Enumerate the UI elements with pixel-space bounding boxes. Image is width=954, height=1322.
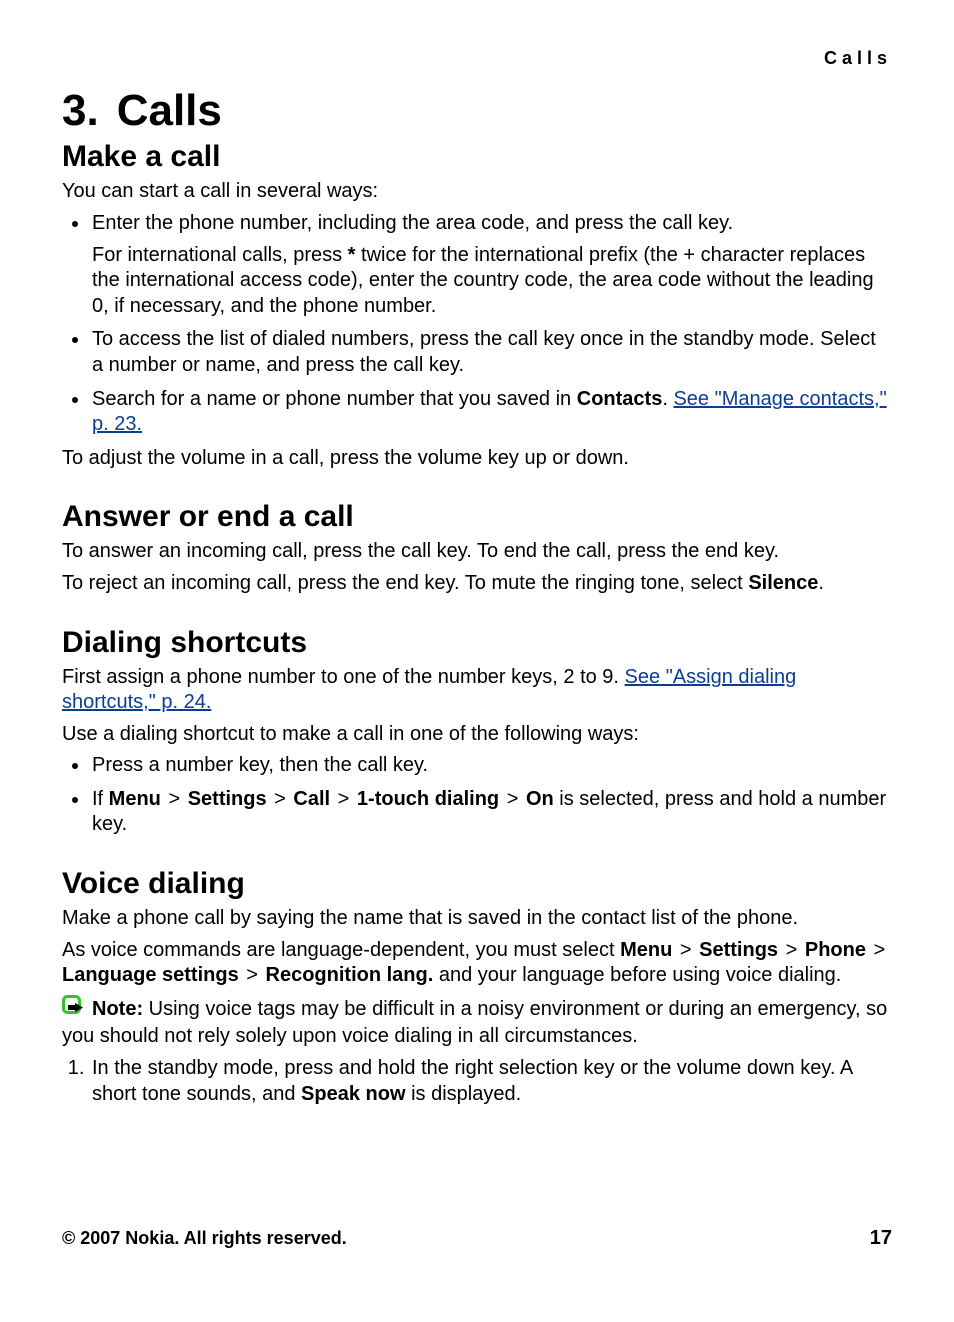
voice-p2: As voice commands are language-dependent…	[62, 938, 892, 989]
menu-path-item: Call	[293, 788, 330, 810]
make-call-after: To adjust the volume in a call, press th…	[62, 446, 892, 472]
menu-path-item: Menu	[620, 939, 672, 961]
dialshort-p1: First assign a phone number to one of th…	[62, 665, 892, 716]
menu-path-item: Settings	[188, 788, 267, 810]
make-call-intro: You can start a call in several ways:	[62, 179, 892, 205]
page-number: 17	[870, 1227, 892, 1250]
answer-end-p2: To reject an incoming call, press the en…	[62, 571, 892, 597]
running-header: Calls	[62, 48, 892, 69]
note-icon	[62, 995, 92, 1025]
menu-path-item: Phone	[805, 939, 866, 961]
make-call-list: Enter the phone number, including the ar…	[62, 211, 892, 438]
list-item: Enter the phone number, including the ar…	[90, 211, 892, 319]
list-item: If Menu > Settings > Call > 1-touch dial…	[90, 787, 892, 838]
section-voice-dialing: Voice dialing	[62, 866, 892, 902]
silence-label: Silence	[748, 572, 818, 594]
answer-end-p1: To answer an incoming call, press the ca…	[62, 539, 892, 565]
list-item-text: To access the list of dialed numbers, pr…	[92, 328, 876, 376]
copyright: © 2007 Nokia. All rights reserved.	[62, 1228, 347, 1249]
note-text: Using voice tags may be difficult in a n…	[62, 998, 887, 1048]
list-item: Search for a name or phone number that y…	[90, 387, 892, 438]
menu-path-item: 1-touch dialing	[357, 788, 499, 810]
voice-steps: In the standby mode, press and hold the …	[62, 1056, 892, 1107]
chapter-title: 3. Calls	[62, 87, 892, 135]
menu-path-item: Recognition lang.	[266, 964, 434, 986]
breadcrumb-sep: >	[168, 787, 180, 813]
breadcrumb-sep: >	[246, 963, 258, 989]
chapter-number: 3.	[62, 87, 99, 135]
breadcrumb-sep: >	[874, 938, 886, 964]
dialshort-p2: Use a dialing shortcut to make a call in…	[62, 722, 892, 748]
page-footer: © 2007 Nokia. All rights reserved. 17	[62, 1227, 892, 1250]
list-item: In the standby mode, press and hold the …	[90, 1056, 892, 1107]
menu-path-item: Menu	[109, 788, 161, 810]
chapter-name: Calls	[117, 86, 222, 135]
menu-path-item: On	[526, 788, 554, 810]
breadcrumb-sep: >	[274, 787, 286, 813]
breadcrumb-sep: >	[680, 938, 692, 964]
dialshort-list: Press a number key, then the call key. I…	[62, 753, 892, 838]
note-label: Note:	[92, 998, 143, 1020]
list-item-text: Press a number key, then the call key.	[92, 754, 428, 776]
list-item: Press a number key, then the call key.	[90, 753, 892, 779]
note-block: Note: Using voice tags may be difficult …	[62, 995, 892, 1050]
voice-p1: Make a phone call by saying the name tha…	[62, 906, 892, 932]
list-item: To access the list of dialed numbers, pr…	[90, 327, 892, 378]
breadcrumb-sep: >	[507, 787, 519, 813]
speak-now-label: Speak now	[301, 1083, 405, 1105]
list-item-sub: For international calls, press * twice f…	[92, 243, 892, 320]
section-make-a-call: Make a call	[62, 139, 892, 175]
contacts-label: Contacts	[577, 388, 663, 410]
section-dialing-shortcuts: Dialing shortcuts	[62, 625, 892, 661]
breadcrumb-sep: >	[786, 938, 798, 964]
menu-path-item: Language settings	[62, 964, 239, 986]
breadcrumb-sep: >	[338, 787, 350, 813]
section-answer-end: Answer or end a call	[62, 499, 892, 535]
list-item-text: Enter the phone number, including the ar…	[92, 212, 733, 234]
menu-path-item: Settings	[699, 939, 778, 961]
